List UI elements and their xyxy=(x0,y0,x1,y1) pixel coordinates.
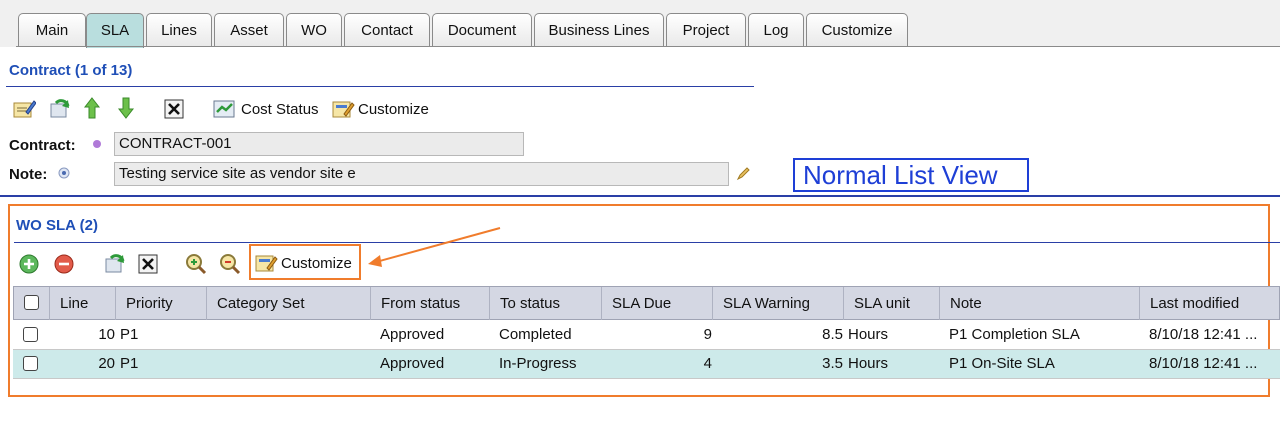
cell-to-status: In-Progress xyxy=(499,355,577,372)
column-header-sla-unit[interactable]: SLA unit xyxy=(844,287,940,320)
customize-icon[interactable] xyxy=(331,98,355,120)
cell-note: P1 Completion SLA xyxy=(949,326,1080,343)
row-checkbox[interactable] xyxy=(23,356,38,371)
cell-sla-due: 4 xyxy=(703,355,712,372)
customize-icon[interactable] xyxy=(254,252,278,274)
tab-baseline xyxy=(16,46,1280,47)
section-divider xyxy=(0,195,1280,197)
cell-category-set xyxy=(216,350,366,378)
cell-last-modified: 8/10/18 12:41 ... xyxy=(1149,326,1258,343)
tab-main[interactable]: Main xyxy=(18,13,86,47)
contract-divider xyxy=(6,86,754,87)
close-icon[interactable] xyxy=(164,99,184,119)
tab-wo[interactable]: WO xyxy=(286,13,342,47)
column-header-category-set[interactable]: Category Set xyxy=(207,287,371,320)
zoom-in-icon[interactable] xyxy=(184,252,208,276)
column-header-note[interactable]: Note xyxy=(940,287,1140,320)
refresh-icon[interactable] xyxy=(103,252,127,276)
column-header-priority[interactable]: Priority xyxy=(116,287,207,320)
refresh-icon[interactable] xyxy=(48,97,72,121)
cell-last-modified: 8/10/18 12:41 ... xyxy=(1149,355,1258,372)
contract-section-title: Contract (1 of 13) xyxy=(9,62,133,79)
wo-sla-divider xyxy=(14,242,1280,243)
table-header: Line Priority Category Set From status T… xyxy=(13,286,1280,320)
info-icon[interactable] xyxy=(58,167,70,179)
tab-log[interactable]: Log xyxy=(748,13,804,47)
column-header-line[interactable]: Line xyxy=(50,287,116,320)
zoom-out-icon[interactable] xyxy=(218,252,242,276)
column-header-last-modified[interactable]: Last modified xyxy=(1140,287,1280,320)
contract-field[interactable]: CONTRACT-001 xyxy=(114,132,524,156)
close-icon[interactable] xyxy=(138,254,158,274)
cell-category-set xyxy=(216,321,366,349)
tab-asset[interactable]: Asset xyxy=(214,13,284,47)
cell-sla-unit: Hours xyxy=(848,326,889,343)
column-header-from-status[interactable]: From status xyxy=(371,287,490,320)
row-checkbox[interactable] xyxy=(23,327,38,342)
add-icon[interactable] xyxy=(19,254,39,274)
cost-status-icon[interactable] xyxy=(212,98,236,120)
table-row[interactable]: 20 P1 Approved In-Progress 4 3.5 Hours P… xyxy=(13,350,1280,379)
edit-icon[interactable] xyxy=(12,98,36,120)
table-row[interactable]: 10 P1 Approved Completed 9 8.5 Hours P1 … xyxy=(13,321,1280,350)
tab-business-lines[interactable]: Business Lines xyxy=(534,13,664,47)
tab-sla[interactable]: SLA xyxy=(86,13,144,48)
wo-sla-table: Line Priority Category Set From status T… xyxy=(13,286,1280,379)
tab-contact[interactable]: Contact xyxy=(344,13,430,47)
cost-status-button[interactable]: Cost Status xyxy=(241,101,319,118)
select-all-checkbox[interactable] xyxy=(24,295,39,310)
required-dot-icon xyxy=(93,140,101,148)
tab-lines[interactable]: Lines xyxy=(146,13,212,47)
column-header-sla-due[interactable]: SLA Due xyxy=(602,287,713,320)
contract-customize-button[interactable]: Customize xyxy=(358,101,429,118)
cell-line: 20 xyxy=(98,355,115,372)
remove-icon[interactable] xyxy=(54,254,74,274)
cell-sla-warning: 3.5 xyxy=(822,355,843,372)
arrow-down-icon[interactable] xyxy=(117,96,135,120)
arrow-up-icon[interactable] xyxy=(83,96,101,120)
contract-label: Contract: xyxy=(9,137,76,154)
note-field[interactable]: Testing service site as vendor site e xyxy=(114,162,729,186)
cell-note: P1 On-Site SLA xyxy=(949,355,1055,372)
cell-from-status: Approved xyxy=(380,355,445,372)
tab-bar: Main SLA Lines Asset WO Contact Document… xyxy=(0,0,1280,48)
cell-sla-due: 9 xyxy=(703,326,712,343)
pencil-icon[interactable] xyxy=(735,166,751,182)
wo-sla-customize-button[interactable]: Customize xyxy=(281,255,352,272)
tab-customize[interactable]: Customize xyxy=(806,13,908,47)
cell-priority: P1 xyxy=(120,355,139,372)
cell-to-status: Completed xyxy=(499,326,572,343)
tab-project[interactable]: Project xyxy=(666,13,746,47)
cell-priority: P1 xyxy=(120,326,139,343)
cell-sla-unit: Hours xyxy=(848,355,889,372)
note-label: Note: xyxy=(9,166,48,183)
column-header-sla-warning[interactable]: SLA Warning xyxy=(713,287,844,320)
wo-sla-section-title: WO SLA (2) xyxy=(16,217,98,234)
normal-list-view-callout: Normal List View xyxy=(793,158,1029,192)
header-select-cell xyxy=(14,287,50,320)
cell-from-status: Approved xyxy=(380,326,445,343)
cell-sla-warning: 8.5 xyxy=(822,326,843,343)
column-header-to-status[interactable]: To status xyxy=(490,287,602,320)
annotation-arrow-icon xyxy=(368,227,501,267)
tab-document[interactable]: Document xyxy=(432,13,532,47)
cell-line: 10 xyxy=(98,326,115,343)
